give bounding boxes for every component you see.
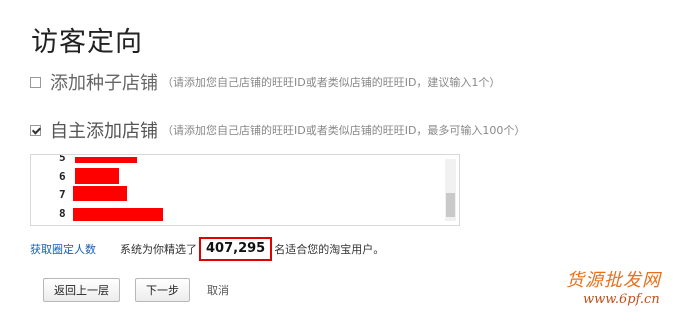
seed-shop-option[interactable]: 添加种子店铺 （请添加您自己店铺的旺旺ID或者类似店铺的旺旺ID，建议输入1个） — [30, 69, 500, 95]
custom-shop-checkbox[interactable] — [30, 124, 41, 136]
audience-count: 407,295 — [199, 237, 273, 261]
list-item-number: 5 — [59, 154, 66, 164]
seed-shop-checkbox[interactable] — [30, 76, 41, 88]
audience-stats: 获取圈定人数 系统为你精选了 407,295 名适合您的淘宝用户。 — [30, 237, 384, 261]
custom-shop-label: 自主添加店铺 — [50, 121, 158, 142]
list-item-number: 6 — [59, 170, 66, 183]
list-item-number: 8 — [59, 207, 66, 220]
redacted-shop-id — [75, 157, 137, 163]
seed-shop-hint: （请添加您自己店铺的旺旺ID或者类似店铺的旺旺ID，建议输入1个） — [162, 76, 501, 89]
page-title: 访客定向 — [31, 27, 143, 58]
list-item-number: 7 — [59, 188, 66, 201]
custom-shop-hint: （请添加您自己店铺的旺旺ID或者类似店铺的旺旺ID，最多可输入100个） — [162, 124, 526, 137]
redacted-shop-id — [75, 168, 119, 184]
watermark-url: www.6pf.cn — [583, 292, 660, 307]
cancel-link[interactable]: 取消 — [207, 282, 229, 298]
back-button[interactable]: 返回上一层 — [43, 278, 120, 302]
scrollbar-thumb[interactable] — [446, 193, 455, 217]
redacted-shop-id — [73, 208, 163, 221]
stats-prefix: 系统为你精选了 — [120, 243, 197, 256]
seed-shop-label: 添加种子店铺 — [50, 73, 158, 94]
stats-suffix: 名适合您的淘宝用户。 — [274, 243, 385, 256]
shop-id-textarea[interactable]: 5 6 7 8 — [30, 154, 460, 226]
list-scrollbar[interactable] — [445, 159, 456, 221]
next-button[interactable]: 下一步 — [135, 278, 190, 302]
redacted-shop-id — [73, 186, 127, 201]
get-audience-count-link[interactable]: 获取圈定人数 — [30, 241, 96, 257]
watermark-logo: 货源批发网 — [566, 270, 661, 291]
action-bar: 返回上一层 下一步 取消 — [43, 278, 229, 302]
custom-shop-option[interactable]: 自主添加店铺 （请添加您自己店铺的旺旺ID或者类似店铺的旺旺ID，最多可输入10… — [30, 117, 525, 143]
